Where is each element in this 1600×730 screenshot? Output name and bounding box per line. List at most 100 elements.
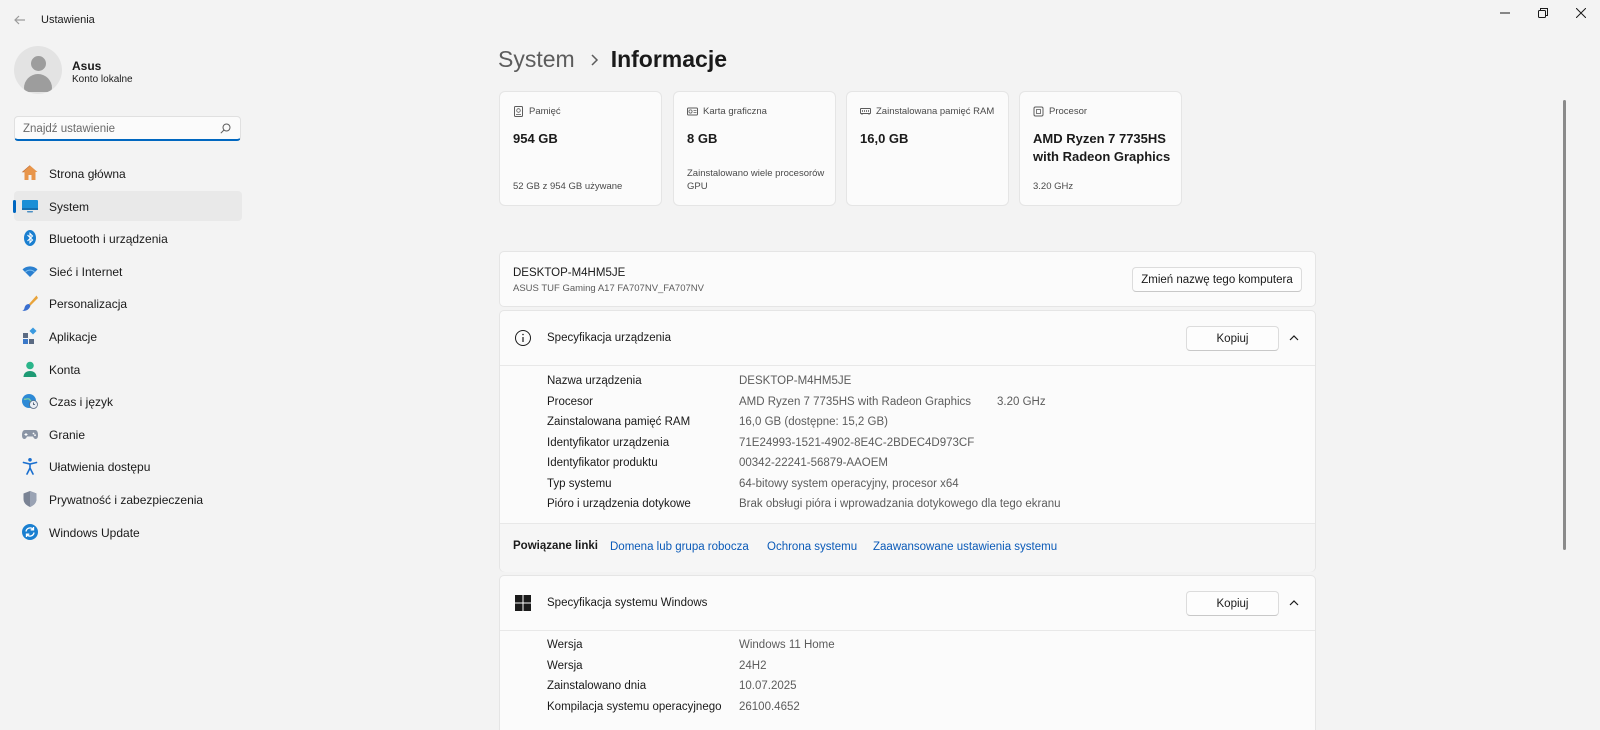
home-icon	[21, 165, 38, 180]
sidebar-item-label: Granie	[49, 427, 86, 442]
search-icon[interactable]	[220, 123, 231, 134]
windows-spec-header[interactable]: Specyfikacja systemu Windows Kopiuj	[500, 576, 1315, 631]
pc-model: ASUS TUF Gaming A17 FA707NV_FA707NV	[513, 283, 704, 294]
card-label: Karta graficzna	[703, 106, 767, 117]
sidebar-item-home[interactable]: Strona główna	[14, 158, 242, 188]
search-input[interactable]	[23, 121, 213, 137]
copy-windows-spec-button[interactable]: Kopiuj	[1186, 591, 1279, 616]
maximize-icon	[1538, 8, 1548, 18]
device-spec-title: Specyfikacja urządzenia	[547, 332, 672, 344]
card-value: 16,0 GB	[860, 131, 909, 146]
sidebar-item-gaming[interactable]: Granie	[14, 419, 242, 449]
link-system-protection[interactable]: Ochrona systemu	[767, 541, 857, 553]
pc-name: DESKTOP-M4HM5JE	[513, 267, 626, 279]
avatar[interactable]	[14, 46, 62, 94]
maximize-button[interactable]	[1524, 0, 1562, 26]
cpu-icon	[1033, 106, 1044, 117]
spec-key: Kompilacja systemu operacyjnego	[547, 700, 722, 713]
monitor-icon	[22, 199, 38, 213]
sidebar-nav: Strona główna System Bluetooth i urządze…	[13, 158, 242, 549]
chevron-right-icon	[591, 53, 598, 66]
sidebar-item-network[interactable]: Sieć i Internet	[14, 256, 242, 286]
scrollbar[interactable]	[1563, 100, 1566, 550]
spec-key: Identyfikator urządzenia	[547, 436, 670, 449]
spec-value: Brak obsługi pióra i wprowadzania dotyko…	[739, 498, 1061, 510]
wifi-icon	[22, 266, 38, 277]
sidebar-item-apps[interactable]: Aplikacje	[14, 321, 242, 351]
device-spec-panel: Specyfikacja urządzenia Kopiuj Nazwa urz…	[499, 310, 1316, 572]
chevron-up-icon[interactable]	[1288, 332, 1300, 344]
related-links: Powiązane linki Domena lub grupa robocza…	[500, 523, 1315, 572]
device-spec-header[interactable]: Specyfikacja urządzenia Kopiuj	[500, 311, 1315, 366]
spec-value: 64-bitowy system operacyjny, procesor x6…	[739, 477, 959, 490]
minimize-icon	[1500, 12, 1510, 14]
sidebar-item-label: Strona główna	[49, 167, 126, 181]
sidebar-item-label: Aplikacje	[49, 329, 98, 344]
spec-key: Nazwa urządzenia	[547, 375, 642, 387]
gpu-card[interactable]: Karta graficzna 8 GB Zainstalowano wiele…	[673, 91, 836, 206]
sidebar-item-accounts[interactable]: Konta	[14, 354, 242, 384]
rename-pc-button[interactable]: Zmień nazwę tego komputera	[1132, 267, 1302, 292]
spec-value: 24H2	[739, 659, 767, 672]
card-value: AMD Ryzen 7 7735HS with Radeon Graphics	[1033, 131, 1171, 164]
sidebar-item-bluetooth[interactable]: Bluetooth i urządzenia	[14, 223, 242, 253]
link-advanced-system-settings[interactable]: Zaawansowane ustawienia systemu	[873, 541, 1057, 553]
spec-value: DESKTOP-M4HM5JE	[739, 375, 852, 387]
window-title: Ustawienia	[41, 14, 95, 26]
spec-key: Zainstalowana pamięć RAM	[547, 416, 691, 428]
copy-device-spec-button[interactable]: Kopiuj	[1186, 326, 1279, 351]
ram-icon	[860, 108, 871, 115]
apps-icon	[23, 327, 37, 344]
shield-icon	[23, 490, 37, 507]
close-button[interactable]	[1562, 0, 1600, 26]
sidebar-item-label: Bluetooth i urządzenia	[49, 232, 168, 247]
spec-key: Wersja	[547, 659, 583, 672]
spec-key: Pióro i urządzenia dotykowe	[547, 498, 691, 510]
person-icon	[23, 361, 37, 377]
close-icon	[1576, 8, 1586, 18]
back-arrow-icon[interactable]	[12, 12, 28, 28]
spec-value: 00342-22241-56879-AAOEM	[739, 457, 888, 469]
card-label: Pamięć	[529, 106, 561, 117]
spec-value: 71E24993-1521-4902-8E4C-2BDEC4D973CF	[739, 436, 975, 449]
breadcrumb: System Informacje	[498, 46, 727, 73]
windows-spec-panel: Specyfikacja systemu Windows Kopiuj Wers…	[499, 575, 1316, 730]
chevron-up-icon[interactable]	[1288, 597, 1300, 609]
bluetooth-icon	[24, 230, 36, 247]
gpu-icon	[687, 107, 698, 116]
globe-clock-icon	[22, 394, 38, 410]
spec-value-extra: 3.20 GHz	[997, 395, 1046, 408]
card-sub: Zainstalowano wiele procesorów GPU	[687, 168, 825, 192]
sidebar-item-system[interactable]: System	[13, 190, 242, 221]
sidebar-item-privacy[interactable]: Prywatność i zabezpieczenia	[14, 484, 242, 514]
ram-card[interactable]: Zainstalowana pamięć RAM 16,0 GB	[846, 91, 1009, 206]
minimize-button[interactable]	[1486, 0, 1524, 26]
spec-value: 26100.4652	[739, 700, 800, 713]
sidebar-item-accessibility[interactable]: Ułatwienia dostępu	[14, 451, 242, 481]
spec-value: AMD Ryzen 7 7735HS with Radeon Graphics	[739, 395, 972, 408]
sidebar-item-label: System	[49, 199, 90, 214]
breadcrumb-parent[interactable]: System	[498, 46, 575, 73]
search-box[interactable]	[14, 116, 241, 141]
spec-value: 10.07.2025	[739, 680, 797, 692]
storage-card[interactable]: Pamięć 954 GB 52 GB z 954 GB używane	[499, 91, 662, 206]
sidebar-item-personalization[interactable]: Personalizacja	[14, 288, 242, 318]
brush-icon	[22, 295, 38, 312]
info-icon	[515, 330, 531, 346]
sidebar-item-label: Windows Update	[49, 525, 140, 540]
spec-key: Procesor	[547, 395, 594, 408]
spec-key: Zainstalowano dnia	[547, 680, 647, 692]
spec-value: 16,0 GB (dostępne: 15,2 GB)	[739, 416, 888, 428]
link-domain-workgroup[interactable]: Domena lub grupa robocza	[610, 541, 749, 553]
spec-key: Identyfikator produktu	[547, 457, 658, 469]
sidebar-item-windows-update[interactable]: Windows Update	[14, 517, 242, 547]
sidebar-item-time-language[interactable]: Czas i język	[14, 386, 242, 416]
sidebar-item-label: Czas i język	[49, 395, 114, 410]
cpu-card[interactable]: Procesor AMD Ryzen 7 7735HS with Radeon …	[1019, 91, 1182, 206]
gamepad-icon	[22, 429, 38, 439]
account-name: Asus	[72, 59, 102, 73]
accessibility-icon	[22, 458, 38, 476]
update-icon	[22, 523, 38, 540]
card-label: Procesor	[1049, 106, 1088, 117]
related-links-label: Powiązane linki	[513, 540, 598, 552]
